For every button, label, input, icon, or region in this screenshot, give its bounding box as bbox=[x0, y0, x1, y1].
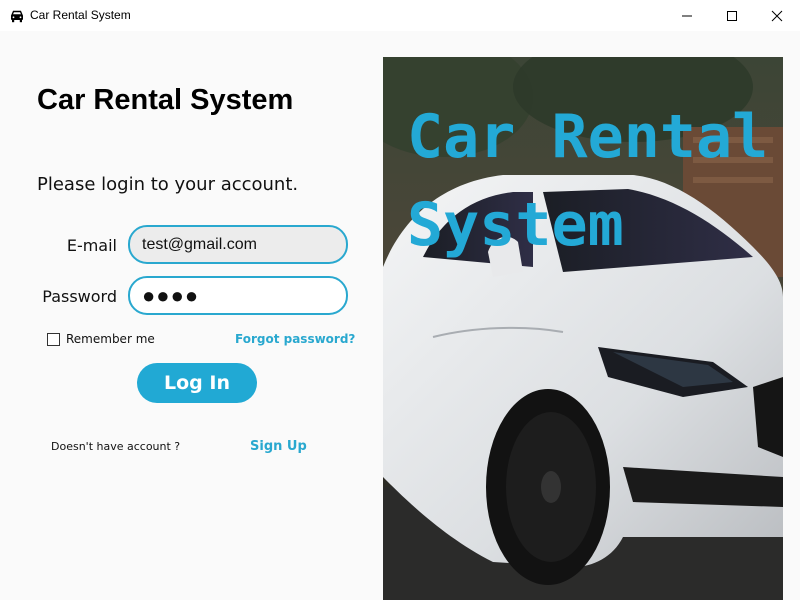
email-label: E-mail bbox=[66, 236, 117, 255]
window-title: Car Rental System bbox=[30, 8, 131, 22]
car-icon bbox=[10, 8, 24, 23]
remember-me-label: Remember me bbox=[66, 332, 155, 346]
title-bar[interactable]: Car Rental System bbox=[0, 0, 800, 31]
remember-me-option[interactable]: Remember me bbox=[47, 332, 155, 346]
hero-title: Car Rental System bbox=[407, 102, 769, 260]
password-value: ●●●● bbox=[142, 282, 200, 308]
login-heading: Car Rental System bbox=[37, 84, 294, 116]
login-button[interactable]: Log In bbox=[137, 363, 257, 403]
sign-up-link[interactable]: Sign Up bbox=[250, 439, 307, 454]
minimize-button[interactable] bbox=[664, 0, 710, 31]
minimize-icon bbox=[682, 15, 692, 16]
maximize-button[interactable] bbox=[709, 0, 755, 31]
app-window: Car Rental System Car Rental System Plea… bbox=[0, 0, 800, 600]
login-subtitle: Please login to your account. bbox=[37, 174, 299, 195]
email-value: test@gmail.com bbox=[142, 235, 257, 253]
hero-image: Car Rental System bbox=[383, 57, 783, 600]
remember-me-checkbox[interactable] bbox=[47, 332, 60, 346]
forgot-password-link[interactable]: Forgot password? bbox=[235, 332, 355, 346]
close-button[interactable] bbox=[754, 0, 800, 31]
password-field[interactable]: ●●●● bbox=[128, 276, 348, 315]
close-icon bbox=[771, 10, 783, 21]
email-field[interactable]: test@gmail.com bbox=[128, 225, 348, 264]
no-account-text: Doesn't have account ? bbox=[51, 440, 181, 453]
password-label: Password bbox=[42, 287, 117, 306]
maximize-icon bbox=[727, 10, 737, 21]
